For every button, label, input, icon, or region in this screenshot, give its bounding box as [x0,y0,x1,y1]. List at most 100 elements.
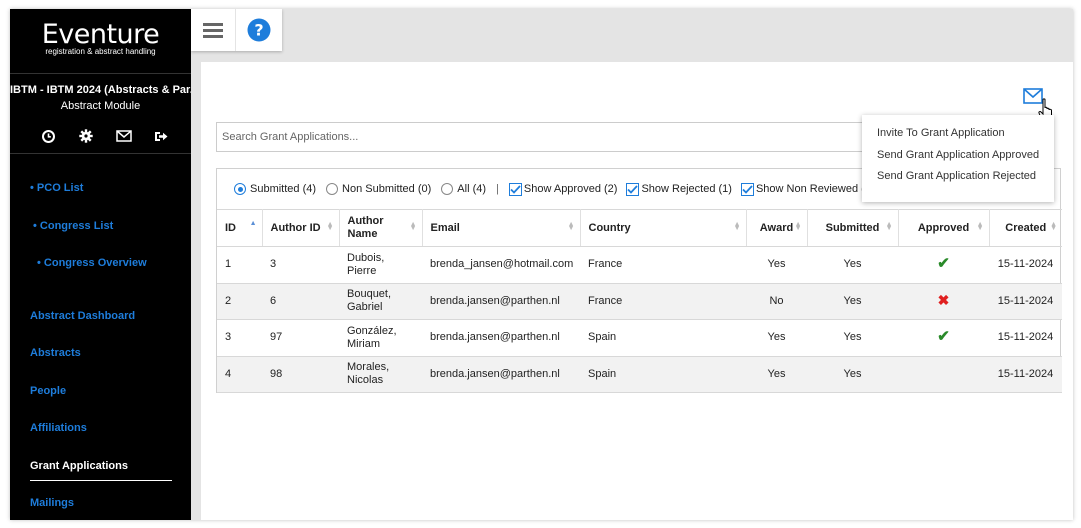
hamburger-menu-button[interactable] [191,9,236,51]
cell-id: 1 [217,246,262,284]
cell-created: 15-11-2024 [989,356,1062,393]
help-button[interactable]: ? [236,9,282,51]
column-header-email[interactable]: Email ▲ ▼ [422,209,581,247]
checkbox-label: Show Approved (2) [523,183,618,195]
help-icon: ? [247,18,271,42]
column-header-award[interactable]: Award ▲ ▼ [746,209,808,247]
cell-submitted: Yes [807,319,898,357]
cell-submitted: Yes [807,356,898,393]
column-header-id[interactable]: ID ▲ [217,209,263,247]
author-first-name: Pierre [347,264,377,277]
table-row[interactable]: 2 6 Bouquet, Gabriel brenda.jansen@parthe… [217,283,1062,320]
checkbox-show-approved[interactable]: Show Approved (2) [508,182,618,196]
envelope-icon[interactable] [105,126,143,146]
cell-created: 15-11-2024 [989,319,1062,357]
table-row[interactable]: 3 97 González, Miriam brenda.jansen@parth… [217,319,1062,357]
grant-applications-table: ID ▲ Author ID ▲ ▼ Author Name ▲ ▼ Email ▲ ▼ Co… [217,209,1062,393]
checkbox-show-non-reviewed[interactable]: Show Non Reviewed (1) [740,182,875,196]
divider [10,153,191,154]
gear-icon[interactable] [68,126,106,146]
author-first-name: Nicolas [347,374,384,387]
svg-text:?: ? [254,21,263,40]
event-title: IBTM - IBTM 2024 (Abstracts & Par... [10,84,191,96]
header-label: Approved [917,221,970,234]
radio-button[interactable] [326,183,339,195]
cell-approved [898,356,989,393]
menu-item-send-rejected[interactable]: Send Grant Application Rejected [862,166,1054,188]
table-row[interactable]: 1 3 Dubois, Pierre brenda_jansen@hotmail.… [217,246,1062,284]
cell-author-name: González, Miriam [339,319,422,357]
cell-submitted: Yes [807,246,898,284]
sort-icon: ▲ ▼ [794,221,802,232]
nav-abstract-dashboard[interactable]: Abstract Dashboard [30,310,135,322]
radio-submitted[interactable]: Submitted (4) [234,183,316,195]
cell-author-id: 6 [262,283,339,320]
column-header-country[interactable]: Country ▲ ▼ [580,209,747,247]
nav-congress-overview[interactable]: • Congress Overview [37,257,147,269]
cell-award: Yes [746,356,807,393]
nav-abstracts[interactable]: Abstracts [30,347,81,359]
author-last-name: Bouquet, [347,288,392,301]
header-label: Created [1005,221,1047,234]
radio-all[interactable]: All (4) [441,183,486,195]
menu-item-send-approved[interactable]: Send Grant Application Approved [862,145,1054,167]
radio-button[interactable] [441,183,454,195]
menu-item-invite[interactable]: Invite To Grant Application [862,123,1054,145]
column-header-author-name[interactable]: Author Name ▲ ▼ [339,209,423,247]
column-header-author-id[interactable]: Author ID ▲ ▼ [262,209,340,247]
clock-icon[interactable] [30,126,68,146]
top-toolbar: ? [191,9,282,51]
check-icon: ✔ [937,255,950,273]
sign-out-icon[interactable] [143,126,181,146]
nav-pco-list[interactable]: • PCO List [30,182,83,194]
table-row[interactable]: 4 98 Morales, Nicolas brenda.jansen@parth… [217,356,1062,393]
checkbox[interactable] [508,182,522,196]
header-label: Author ID [270,221,321,234]
header-label: Submitted [825,221,880,234]
header-label: Award [759,221,794,234]
column-header-submitted[interactable]: Submitted ▲ ▼ [807,209,899,247]
main-panel: Invite To Grant Application Send Grant A… [201,62,1073,520]
cell-email: brenda.jansen@parthen.nl [422,319,580,357]
header-label: Country [588,221,631,234]
checkmark-icon [742,184,753,194]
hamburger-icon [203,22,223,38]
cell-created: 15-11-2024 [989,246,1062,284]
sidebar: Eventure registration & abstract handlin… [10,9,191,520]
search-input[interactable] [216,122,868,152]
sort-asc-icon: ▲ [249,220,257,227]
cell-approved: ✖ [898,283,989,320]
radio-non-submitted[interactable]: Non Submitted (0) [326,183,431,195]
cell-approved: ✔ [898,319,989,357]
checkbox[interactable] [626,182,640,196]
cell-email: brenda_jansen@hotmail.com [422,246,580,284]
cell-author-name: Bouquet, Gabriel [339,283,422,320]
cell-award: Yes [746,246,807,284]
checkbox[interactable] [740,182,754,196]
column-header-approved[interactable]: Approved ▲ ▼ [898,209,990,247]
nav-grant-applications[interactable]: Grant Applications [30,460,128,472]
author-last-name: Morales, [347,361,390,374]
checkbox-label: Show Non Reviewed (1) [755,183,875,195]
module-name: Abstract Module [60,100,141,112]
nav-people[interactable]: People [30,385,66,397]
cross-icon: ✖ [937,291,950,308]
header-label: Email [430,221,460,234]
logo-tagline: registration & abstract handling [45,47,156,56]
cell-author-id: 98 [262,356,339,393]
checkbox-show-rejected[interactable]: Show Rejected (1) [626,182,732,196]
cell-email: brenda.jansen@parthen.nl [422,283,580,320]
sort-icon: ▲ ▼ [733,221,741,232]
cell-submitted: Yes [807,283,898,320]
radio-label: Submitted (4) [250,183,317,195]
nav-congress-list[interactable]: • Congress List [33,220,113,232]
sidebar-icon-bar [30,126,180,146]
radio-label: All (4) [457,183,487,195]
sort-icon: ▲ ▼ [976,221,984,232]
radio-button[interactable] [234,183,246,195]
column-header-created[interactable]: Created ▲ ▼ [989,209,1062,247]
nav-mailings[interactable]: Mailings [30,497,74,509]
cell-author-name: Morales, Nicolas [339,356,422,393]
cell-id: 2 [217,283,262,320]
nav-affiliations[interactable]: Affiliations [30,422,87,434]
